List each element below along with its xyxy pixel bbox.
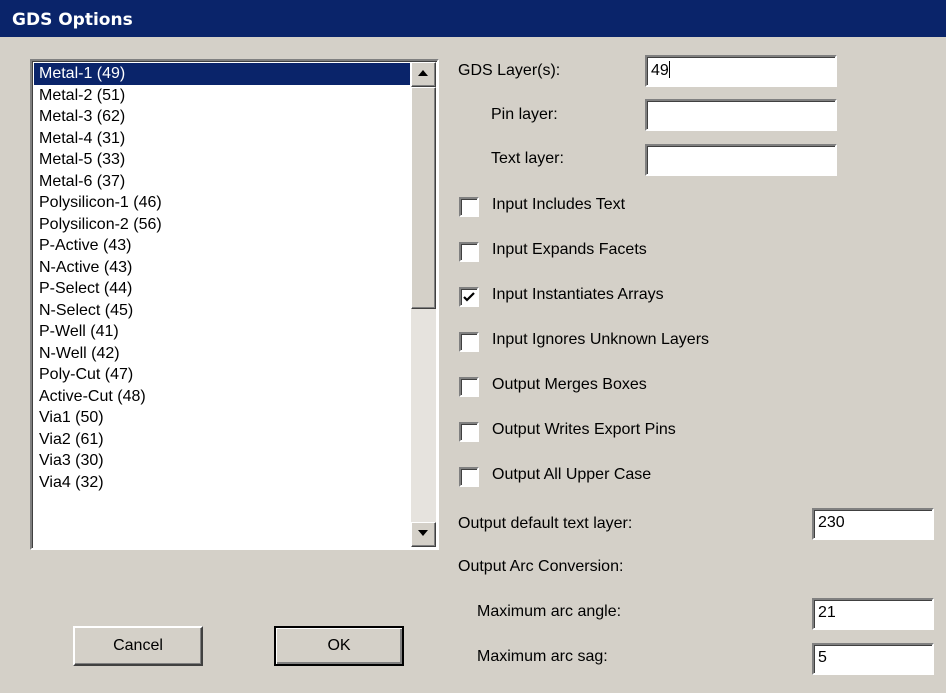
option-checkbox[interactable] <box>459 377 479 397</box>
scroll-down-button[interactable] <box>411 522 436 547</box>
option-label[interactable]: Input Ignores Unknown Layers <box>492 331 709 349</box>
option-checkbox[interactable] <box>459 242 479 262</box>
pin-layer-label: Pin layer: <box>491 106 558 123</box>
scroll-thumb[interactable] <box>411 87 436 309</box>
option-label[interactable]: Input Expands Facets <box>492 241 647 259</box>
max-arc-sag-value: 5 <box>818 649 827 666</box>
option-checkbox[interactable] <box>459 332 479 352</box>
layer-list-item[interactable]: N-Select (45) <box>34 300 410 322</box>
pin-layer-input[interactable] <box>645 99 837 131</box>
text-layer-input[interactable] <box>645 144 837 176</box>
layer-list-item[interactable]: Via1 (50) <box>34 407 410 429</box>
option-label[interactable]: Output Writes Export Pins <box>492 421 676 439</box>
title-bar: GDS Options <box>0 0 946 37</box>
layer-list-item[interactable]: Metal-3 (62) <box>34 106 410 128</box>
output-default-text-layer-input[interactable]: 230 <box>812 508 934 540</box>
layer-list-item[interactable]: Via2 (61) <box>34 429 410 451</box>
scroll-up-button[interactable] <box>411 62 436 87</box>
arc-conversion-label: Output Arc Conversion: <box>458 558 624 575</box>
layer-list-item[interactable]: P-Active (43) <box>34 235 410 257</box>
layer-list[interactable]: Metal-1 (49) Metal-2 (51) Metal-3 (62) Meta… <box>30 59 439 550</box>
ok-button[interactable]: OK <box>274 626 404 666</box>
gds-layers-value: 49 <box>651 62 669 79</box>
cancel-button[interactable]: Cancel <box>73 626 203 666</box>
output-default-text-layer-label: Output default text layer: <box>458 515 633 532</box>
layer-list-item[interactable]: Via4 (32) <box>34 472 410 494</box>
option-checkbox[interactable] <box>459 422 479 442</box>
text-caret <box>668 61 670 78</box>
layer-list-item[interactable]: Polysilicon-2 (56) <box>34 214 410 236</box>
text-layer-label: Text layer: <box>491 150 564 167</box>
layer-list-item[interactable]: Metal-6 (37) <box>34 171 410 193</box>
layer-list-item[interactable]: Metal-5 (33) <box>34 149 410 171</box>
layer-list-item[interactable]: Poly-Cut (47) <box>34 364 410 386</box>
layer-list-item[interactable]: Polysilicon-1 (46) <box>34 192 410 214</box>
layer-list-scrollbar[interactable] <box>411 62 436 547</box>
max-arc-sag-label: Maximum arc sag: <box>477 648 608 665</box>
layer-list-item[interactable]: P-Well (41) <box>34 321 410 343</box>
max-arc-sag-input[interactable]: 5 <box>812 643 934 675</box>
layer-list-item[interactable]: Metal-1 (49) <box>34 63 410 85</box>
max-arc-angle-input[interactable]: 21 <box>812 598 934 630</box>
option-checkbox[interactable] <box>459 287 479 307</box>
option-checkbox[interactable] <box>459 467 479 487</box>
layer-list-item[interactable]: N-Well (42) <box>34 343 410 365</box>
arrow-up-icon <box>418 70 428 76</box>
gds-layers-input[interactable]: 49 <box>645 55 837 87</box>
output-default-text-layer-value: 230 <box>818 514 845 531</box>
layer-list-item[interactable]: N-Active (43) <box>34 257 410 279</box>
option-checkbox[interactable] <box>459 197 479 217</box>
layer-list-item[interactable]: Via3 (30) <box>34 450 410 472</box>
option-label[interactable]: Output All Upper Case <box>492 466 651 484</box>
max-arc-angle-value: 21 <box>818 604 836 621</box>
layer-list-item[interactable]: Active-Cut (48) <box>34 386 410 408</box>
window-title: GDS Options <box>12 10 133 30</box>
layer-list-item[interactable]: P-Select (44) <box>34 278 410 300</box>
option-label[interactable]: Output Merges Boxes <box>492 376 647 394</box>
layer-list-item[interactable]: Metal-2 (51) <box>34 85 410 107</box>
checkmark-icon <box>463 292 475 302</box>
arrow-down-icon <box>418 530 428 536</box>
max-arc-angle-label: Maximum arc angle: <box>477 603 622 620</box>
gds-layers-label: GDS Layer(s): <box>458 62 561 79</box>
option-label[interactable]: Input Includes Text <box>492 196 625 214</box>
layer-list-items: Metal-1 (49) Metal-2 (51) Metal-3 (62) Meta… <box>34 63 410 493</box>
option-label[interactable]: Input Instantiates Arrays <box>492 286 664 304</box>
layer-list-item[interactable]: Metal-4 (31) <box>34 128 410 150</box>
